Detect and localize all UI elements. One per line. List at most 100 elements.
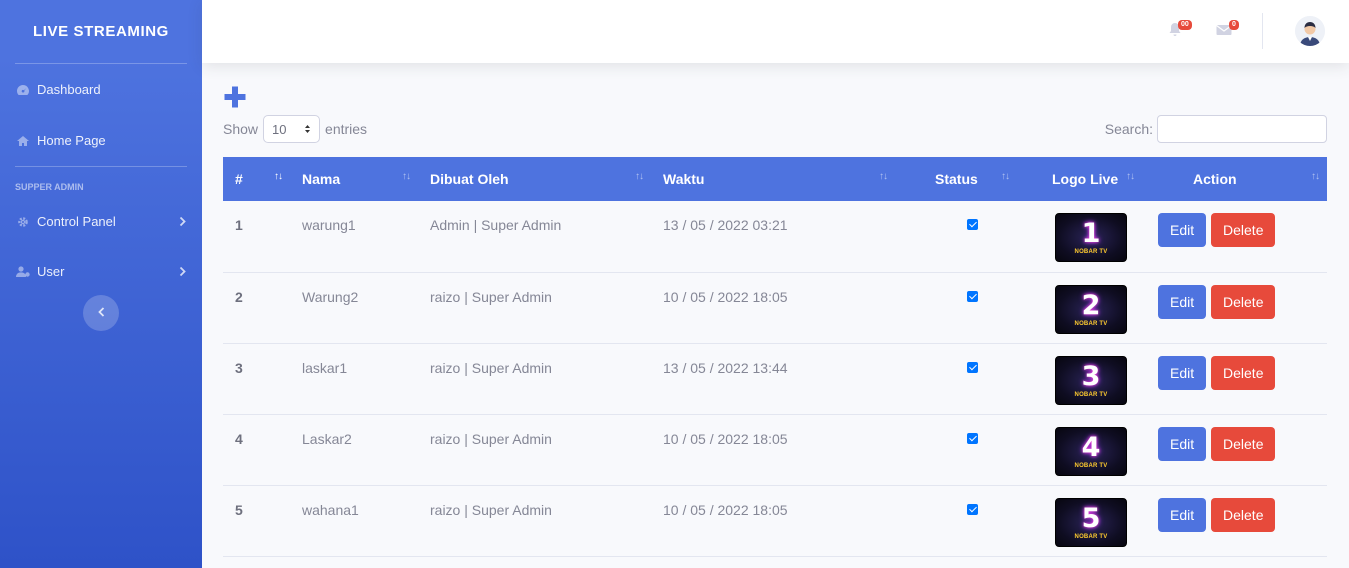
edit-button[interactable]: Edit xyxy=(1158,355,1207,390)
logo-live-image: 1 NOBAR TV xyxy=(1055,213,1127,262)
delete-button[interactable]: Delete xyxy=(1211,497,1276,532)
logo-text: NOBAR TV xyxy=(1074,462,1108,469)
row-action-cell: Edit Delete xyxy=(1142,485,1327,556)
user-cog-icon xyxy=(15,265,31,279)
status-checkbox[interactable] xyxy=(967,432,978,444)
column-header-dibuat-oleh[interactable]: Dibuat Oleh ↑↓ xyxy=(418,157,651,201)
row-status-cell xyxy=(895,414,1017,485)
edit-button[interactable]: Edit xyxy=(1158,497,1207,532)
entries-label: entries xyxy=(325,121,368,137)
row-status-cell xyxy=(895,343,1017,414)
entries-control: Show 10 entries xyxy=(223,115,367,143)
column-header-nama[interactable]: Nama ↑↓ xyxy=(290,157,418,201)
sidebar-item-control-panel[interactable]: Control Panel xyxy=(0,197,202,246)
logo-text: NOBAR TV xyxy=(1074,320,1108,327)
messages-button[interactable]: 0 xyxy=(1216,20,1239,42)
row-nama: laskar1 xyxy=(302,359,348,376)
logo-number: 5 xyxy=(1081,502,1101,534)
row-action-cell: Edit Delete xyxy=(1142,272,1327,343)
logo-text: NOBAR TV xyxy=(1074,249,1108,255)
cog-icon xyxy=(15,215,31,229)
row-status-cell xyxy=(895,485,1017,556)
edit-button[interactable]: Edit xyxy=(1158,284,1207,319)
row-nama: wahana1 xyxy=(302,501,359,518)
table-header-row: # ↑↓ Nama ↑↓ Dibuat Oleh ↑↓ Waktu ↑↓ Status ↑… xyxy=(223,157,1327,201)
column-header-number[interactable]: # ↑↓ xyxy=(223,157,290,201)
sidebar-brand[interactable]: LIVE STREAMING xyxy=(0,0,202,63)
table-row: 5 wahana1 raizo | Super Admin 10 / 05 / 202… xyxy=(223,485,1327,556)
sidebar-item-label: Home Page xyxy=(37,133,106,148)
search-control: Search: xyxy=(1105,115,1327,143)
row-waktu: 10 / 05 / 2022 18:05 xyxy=(663,501,788,518)
row-dibuat-oleh: raizo | Super Admin xyxy=(430,501,552,518)
delete-button[interactable]: Delete xyxy=(1211,426,1276,461)
logo-text: NOBAR TV xyxy=(1074,533,1108,540)
status-checkbox[interactable] xyxy=(967,219,978,230)
row-status-cell xyxy=(895,272,1017,343)
alerts-button[interactable]: 00 xyxy=(1168,20,1192,42)
delete-button[interactable]: Delete xyxy=(1211,213,1276,247)
chevron-right-icon xyxy=(179,214,186,229)
row-dibuat-oleh: raizo | Super Admin xyxy=(430,430,552,447)
messages-badge: 0 xyxy=(1229,20,1239,30)
delete-button[interactable]: Delete xyxy=(1211,355,1276,390)
entries-select-value: 10 xyxy=(272,121,287,137)
sidebar-item-label: Dashboard xyxy=(37,82,101,97)
row-number: 1 xyxy=(235,217,243,233)
alerts-badge: 00 xyxy=(1178,20,1192,30)
sidebar: LIVE STREAMING Dashboard Home Page SUPPE… xyxy=(0,0,202,568)
logo-live-image: 4 NOBAR TV xyxy=(1055,426,1127,476)
column-header-waktu[interactable]: Waktu ↑↓ xyxy=(651,157,895,201)
row-nama: warung1 xyxy=(302,217,356,233)
sidebar-heading: SUPPER ADMIN xyxy=(15,182,84,192)
add-button[interactable] xyxy=(223,85,247,109)
edit-button[interactable]: Edit xyxy=(1158,426,1207,461)
sidebar-item-label: Control Panel xyxy=(37,214,116,229)
row-nama: Warung2 xyxy=(302,288,359,305)
logo-number: 3 xyxy=(1081,360,1101,392)
delete-button[interactable]: Delete xyxy=(1211,284,1276,319)
streams-table: # ↑↓ Nama ↑↓ Dibuat Oleh ↑↓ Waktu ↑↓ Status ↑… xyxy=(223,157,1327,557)
edit-button[interactable]: Edit xyxy=(1158,213,1207,247)
dashboard-icon xyxy=(15,83,31,97)
entries-select[interactable]: 10 xyxy=(263,115,321,143)
row-nama: Laskar2 xyxy=(302,430,352,447)
row-action-cell: Edit Delete xyxy=(1142,414,1327,485)
sidebar-item-user[interactable]: User xyxy=(0,246,202,297)
row-dibuat-oleh: Admin | Super Admin xyxy=(430,217,562,233)
row-status-cell xyxy=(895,201,1017,272)
column-header-status[interactable]: Status ↑↓ xyxy=(895,157,1017,201)
row-logo-cell: 1 NOBAR TV xyxy=(1017,201,1142,272)
status-checkbox[interactable] xyxy=(967,503,978,515)
row-number: 5 xyxy=(235,501,243,518)
logo-live-image: 5 NOBAR TV xyxy=(1055,497,1127,547)
search-input[interactable] xyxy=(1157,115,1327,143)
topbar: 00 0 xyxy=(202,0,1349,63)
row-dibuat-oleh: raizo | Super Admin xyxy=(430,288,552,305)
sidebar-item-home-page[interactable]: Home Page xyxy=(0,115,202,166)
logo-number: 1 xyxy=(1081,218,1101,249)
status-checkbox[interactable] xyxy=(967,290,978,302)
avatar[interactable] xyxy=(1295,16,1325,46)
sidebar-toggle-button[interactable] xyxy=(83,295,119,331)
plus-icon xyxy=(223,86,247,113)
status-checkbox[interactable] xyxy=(967,361,978,373)
search-label: Search: xyxy=(1104,121,1153,137)
row-waktu: 10 / 05 / 2022 18:05 xyxy=(663,288,788,305)
row-logo-cell: 3 NOBAR TV xyxy=(1017,343,1142,414)
row-dibuat-oleh: raizo | Super Admin xyxy=(430,359,552,376)
row-number: 2 xyxy=(235,288,243,305)
row-action-cell: Edit Delete xyxy=(1142,201,1327,272)
chevron-right-icon xyxy=(179,264,186,279)
table-row: 1 warung1 Admin | Super Admin 13 / 05 / 202… xyxy=(223,201,1327,272)
topbar-divider xyxy=(1262,13,1263,49)
row-logo-cell: 4 NOBAR TV xyxy=(1017,414,1142,485)
row-number: 3 xyxy=(235,359,243,376)
sidebar-item-dashboard[interactable]: Dashboard xyxy=(0,64,202,115)
column-header-action[interactable]: Action ↑↓ xyxy=(1142,157,1327,201)
sidebar-item-label: User xyxy=(37,264,65,279)
table-row: 3 laskar1 raizo | Super Admin 13 / 05 / 202… xyxy=(223,343,1327,414)
logo-number: 2 xyxy=(1081,289,1101,321)
column-header-logo-live[interactable]: Logo Live ↑↓ xyxy=(1017,157,1142,201)
logo-text: NOBAR TV xyxy=(1074,391,1108,398)
